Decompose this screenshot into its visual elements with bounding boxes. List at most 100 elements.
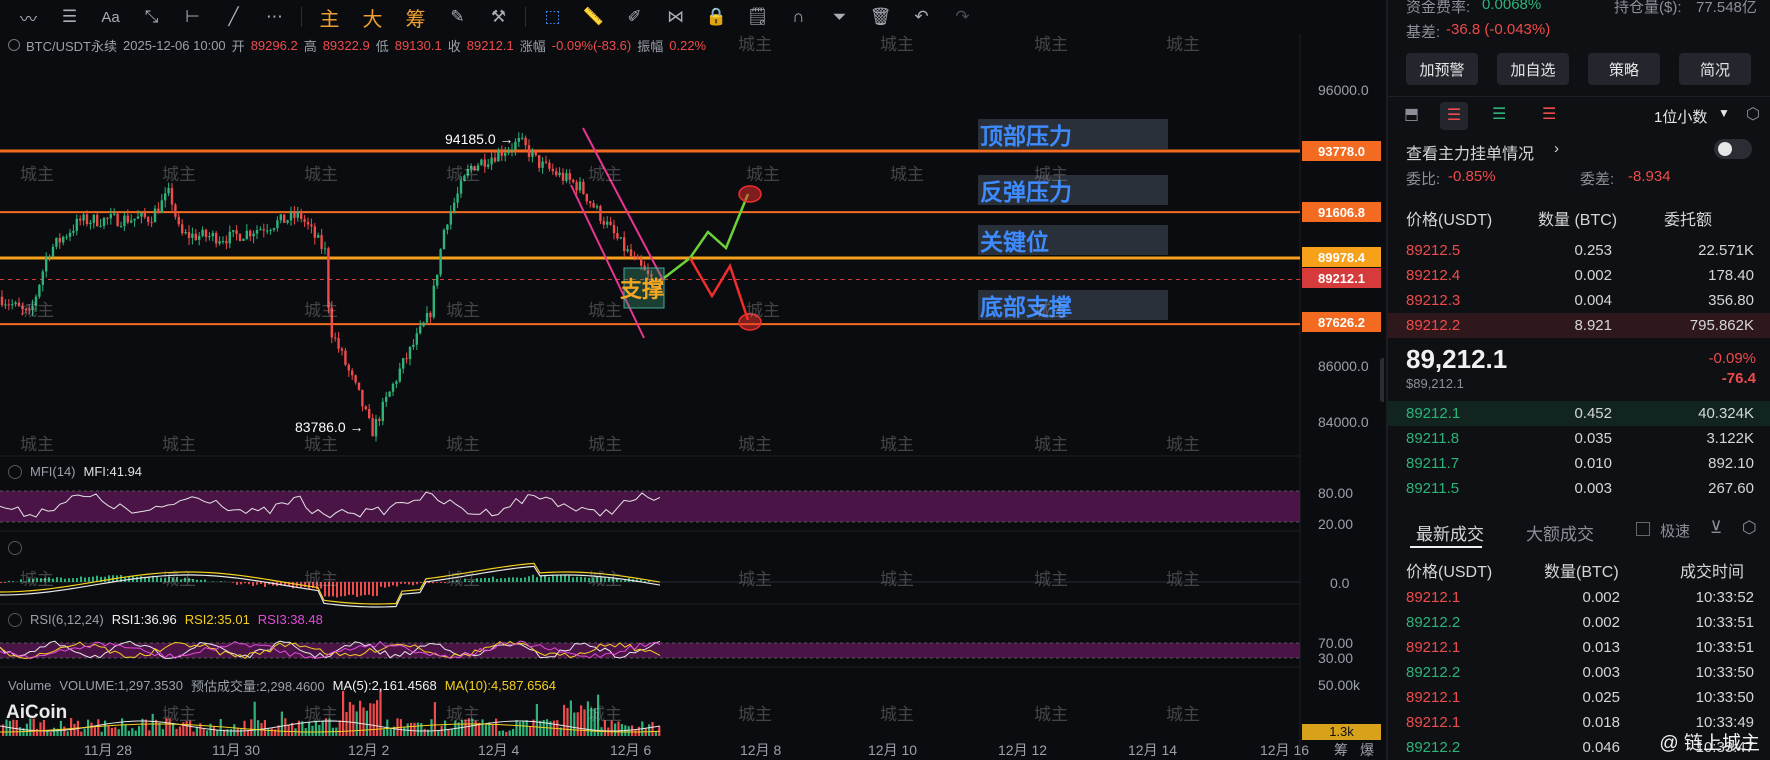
x-axis-extra[interactable]: 爆	[1360, 740, 1374, 760]
trade-row[interactable]: 89212.2 0.002 10:33:51	[1388, 610, 1770, 635]
undo-icon[interactable]: ↶	[901, 0, 942, 34]
wave-icon[interactable]: 〰	[8, 0, 49, 34]
volume-bar	[212, 726, 215, 736]
more-icon[interactable]: ⋯	[254, 0, 295, 34]
symbol-label[interactable]: BTC/USDT永续	[26, 36, 117, 55]
mfi-label: MFI(14) MFI:41.94	[8, 464, 142, 479]
bids-only-icon[interactable]: ☰	[1492, 104, 1506, 124]
bid-row[interactable]: 89211.7 0.010 892.10	[1388, 451, 1770, 476]
collapse-icon[interactable]	[8, 612, 22, 627]
candle-body	[408, 346, 412, 359]
ask-row[interactable]: 89212.2 8.921 795.862K	[1388, 313, 1770, 338]
cursor-icon[interactable]: ⬚	[532, 0, 573, 34]
bid-row[interactable]: 89211.5 0.003 267.60	[1388, 476, 1770, 501]
volume-bar	[117, 729, 120, 736]
bid-row[interactable]: 89211.8 0.035 3.122K	[1388, 426, 1770, 451]
qty-header[interactable]: 数量 (BTC)	[1538, 206, 1617, 230]
macd-bar	[456, 580, 458, 582]
fast-checkbox[interactable]	[1636, 522, 1650, 536]
chips-button[interactable]: 筹	[394, 0, 437, 34]
candle-body	[31, 306, 34, 310]
filter-icon[interactable]: ⊻	[1710, 518, 1722, 538]
volume-bar	[444, 720, 447, 736]
lines-icon[interactable]: ☰	[49, 0, 90, 34]
lock-icon[interactable]: 🔒	[696, 0, 737, 34]
candlestick-chart[interactable]	[0, 0, 1384, 760]
strategy-button[interactable]: 策略	[1588, 53, 1660, 85]
candle-body	[422, 322, 425, 327]
redo-icon[interactable]: ↷	[942, 0, 983, 34]
candle-body	[544, 161, 548, 163]
settings-icon[interactable]: ⬡	[1746, 104, 1760, 124]
volume-bar	[501, 730, 504, 736]
price-tag-current: 89212.1	[1302, 268, 1381, 288]
candle-body	[589, 201, 592, 204]
panel-collapse-handle[interactable]	[1380, 358, 1384, 402]
bid-row[interactable]: 89212.1 0.452 40.324K	[1388, 401, 1770, 426]
candle-body	[612, 224, 616, 234]
candle-body	[215, 233, 218, 244]
ruler-icon[interactable]: 📏	[573, 0, 614, 34]
text-icon[interactable]: Aa	[90, 0, 131, 34]
main-order-link[interactable]: 查看主力挂单情况	[1406, 140, 1534, 164]
candle-body	[582, 181, 585, 194]
both-sides-icon[interactable]: ⬒	[1404, 104, 1428, 128]
volume-bar	[53, 727, 56, 736]
trade-qty-header[interactable]: 数量(BTC)	[1544, 558, 1619, 582]
trade-row[interactable]: 89212.1 0.013 10:33:51	[1388, 635, 1770, 660]
settings-circle-icon[interactable]	[8, 39, 20, 51]
candle-body	[228, 231, 231, 244]
volume-bar	[104, 720, 107, 736]
settings-icon[interactable]: ⬡	[1742, 518, 1757, 538]
tools-icon[interactable]: ⚒	[478, 0, 519, 34]
asks-only-icon[interactable]: ☰	[1542, 104, 1556, 124]
ask-row[interactable]: 89212.4 0.002 178.40	[1388, 263, 1770, 288]
note-icon[interactable]: 🗒	[737, 0, 778, 34]
ask-row[interactable]: 89212.3 0.004 356.80	[1388, 288, 1770, 313]
volume-bar	[372, 703, 375, 736]
main-order-row[interactable]: 查看主力挂单情况 ›	[1388, 136, 1770, 164]
collapse-icon[interactable]	[8, 541, 22, 555]
horizontal-ray-icon[interactable]: ⊢	[172, 0, 213, 34]
amount-header[interactable]: 委托额	[1664, 206, 1712, 230]
pattern-icon[interactable]: ⋈	[655, 0, 696, 34]
draw-icon[interactable]: ✎	[437, 0, 478, 34]
trend-line-icon[interactable]: ╱	[213, 0, 254, 34]
chart-area[interactable]: 〰 ☰ Aa ⤡ ⊢ ╱ ⋯ 主 大 筹 ✎ ⚒ ⬚ 📏 ✐ ⋈ 🔒 🗒 ∩ ⏷…	[0, 0, 1384, 760]
decimals-select[interactable]: 1位小数	[1654, 106, 1707, 127]
candle-body	[351, 370, 354, 376]
tab-latest-trades[interactable]: 最新成交	[1416, 520, 1484, 545]
trade-row[interactable]: 89212.1 0.025 10:33:50	[1388, 685, 1770, 710]
ask-price: 89212.3	[1406, 292, 1461, 309]
add-watchlist-button[interactable]: 加自选	[1497, 53, 1569, 85]
large-order-button[interactable]: 大	[351, 0, 394, 34]
volume-bar	[80, 731, 83, 736]
candle-body	[170, 187, 174, 205]
volume-bar	[100, 731, 103, 736]
add-alert-button[interactable]: 加预警	[1406, 53, 1478, 85]
aicoin-logo: AiCoin	[6, 702, 68, 723]
collapse-icon[interactable]	[8, 464, 22, 479]
volume-bar	[654, 731, 657, 736]
tab-large-trades[interactable]: 大额成交	[1526, 520, 1594, 545]
main-force-button[interactable]: 主	[308, 0, 351, 34]
trade-price: 89212.1	[1406, 639, 1461, 656]
x-axis-extra[interactable]: 筹	[1334, 740, 1348, 760]
candle-body	[7, 304, 10, 306]
brush-off-icon[interactable]: ⤡	[131, 0, 172, 34]
book-mode-icon[interactable]: ☰	[1440, 102, 1468, 130]
pen-icon[interactable]: ✐	[614, 0, 655, 34]
candle-body	[17, 302, 21, 307]
filter-icon[interactable]: ⏷	[819, 0, 860, 34]
magnet-icon[interactable]: ∩	[778, 0, 819, 34]
trade-row[interactable]: 89212.2 0.003 10:33:50	[1388, 660, 1770, 685]
overview-button[interactable]: 简况	[1679, 53, 1751, 85]
target-marker-down	[738, 313, 762, 331]
volume-bar	[491, 724, 494, 736]
trade-row[interactable]: 89212.1 0.002 10:33:52	[1388, 585, 1770, 610]
chevron-down-icon[interactable]: ▼	[1718, 106, 1730, 120]
last-price: 89,212.1	[1406, 344, 1508, 374]
macd-bar	[28, 578, 30, 582]
ask-row[interactable]: 89212.5 0.253 22.571K	[1388, 238, 1770, 263]
trash-icon[interactable]: 🗑	[860, 0, 901, 34]
